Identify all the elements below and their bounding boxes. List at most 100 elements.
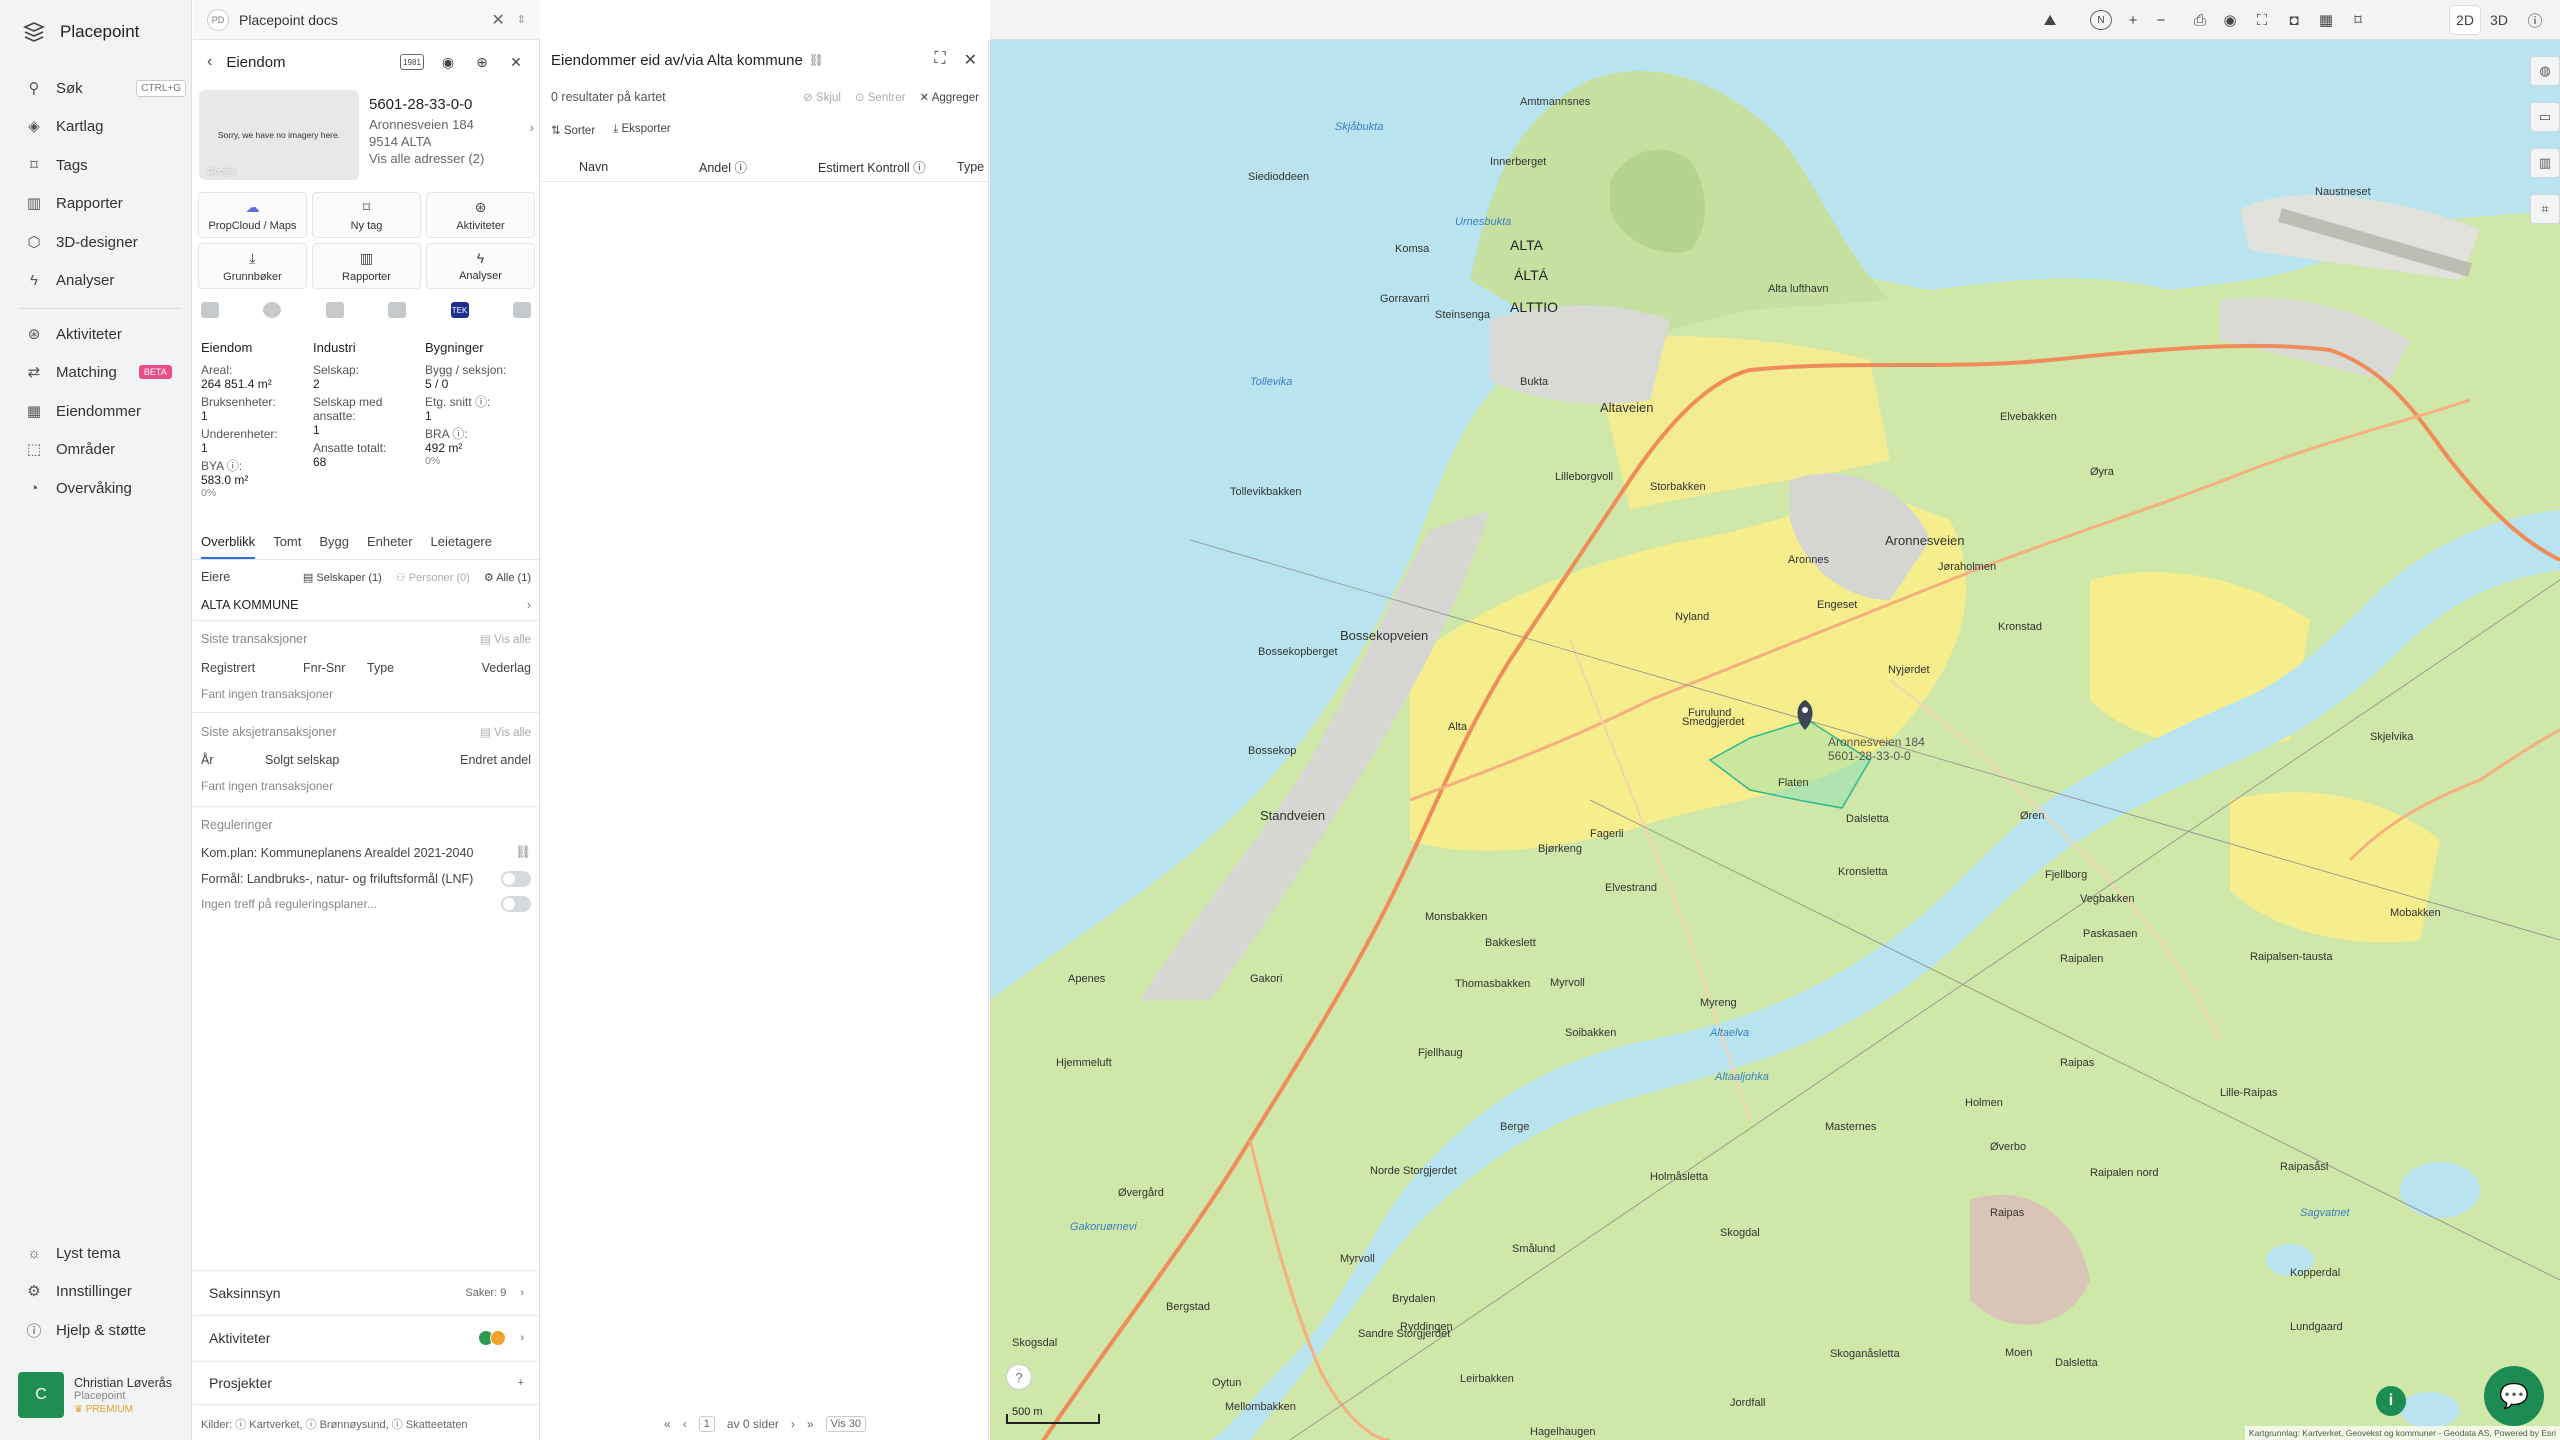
nav-item-hjelp[interactable]: ⓘ Hjelp & støtte (26, 1318, 186, 1342)
all-addresses-link[interactable]: Vis alle adresser (2) (369, 151, 534, 166)
plans-toggle[interactable] (501, 896, 531, 912)
source-icon[interactable] (388, 302, 407, 318)
nav-item-matching[interactable]: ⇄ Matching BETA (26, 360, 186, 384)
nav-item-search[interactable]: ⚲ Søk CTRL+G (26, 76, 186, 100)
nav-item-kartlag[interactable]: ◈ Kartlag (26, 114, 186, 138)
nav-item-overvaking[interactable]: ◔ Overvåking (26, 476, 186, 500)
nav-item-aktiviteter[interactable]: ⊛ Aktiviteter (26, 322, 186, 346)
prev-page-icon[interactable]: ‹ (683, 1417, 687, 1431)
target-icon[interactable]: ⊕ (472, 52, 492, 72)
first-page-icon[interactable]: « (664, 1417, 671, 1431)
link-icon[interactable]: ⛓ (515, 845, 531, 860)
filter-all[interactable]: ⚙ Alle (1) (484, 571, 531, 584)
link-icon[interactable]: ⛓ (809, 53, 824, 67)
source-icon[interactable] (325, 302, 344, 318)
accordion-label: Aktiviteter (209, 1329, 271, 1346)
map-view[interactable]: Aronnesveien 184 5601-28-33-0-0 Amtmanns… (990, 40, 2560, 1440)
docs-tab[interactable]: PD Placepoint docs ✕ ⇕ (193, 0, 540, 40)
new-tag-button[interactable]: ⌑ Ny tag (312, 192, 421, 238)
place-label: Mobakken (2390, 907, 2441, 919)
column-header[interactable]: Type (957, 160, 984, 174)
per-page-select[interactable]: Vis 30 (825, 1416, 866, 1432)
fullscreen-icon[interactable]: ⛶ (2252, 10, 2272, 30)
reports-button[interactable]: ▥ Rapporter (312, 243, 421, 289)
tab-bygg[interactable]: Bygg (319, 534, 349, 559)
chart-button[interactable]: ▥ (2530, 148, 2560, 178)
column-header[interactable]: Estimert Kontroll ⓘ (818, 157, 926, 176)
nav-item-eiendommer[interactable]: ▦ Eiendommer (26, 399, 186, 423)
measure-button[interactable]: ▭ (2530, 102, 2560, 132)
grid-icon[interactable]: ▦ (2316, 10, 2336, 30)
street-view-image[interactable]: Sorry, we have no imagery here. Google (199, 90, 359, 180)
tab-leietagere[interactable]: Leietagere (431, 534, 492, 559)
property-address[interactable]: 5601-28-33-0-0 Aronnesveien 184 9514 ALT… (369, 90, 534, 182)
accordion-saksinnsyn[interactable]: Saksinnsyn Saker: 9 › (193, 1270, 540, 1314)
terrain-icon[interactable]: ⛰ (2040, 10, 2060, 30)
export-button[interactable]: ⤓ Eksporter (613, 123, 671, 137)
layer-toggle-button[interactable]: ◍ (2530, 56, 2560, 86)
column-header[interactable]: Andel ⓘ (699, 157, 747, 176)
analyses-button[interactable]: ϟ Analyser (426, 243, 535, 289)
user-profile[interactable]: C Christian Løverås Placepoint ♛ PREMIUM (18, 1372, 172, 1418)
accordion-prosjekter[interactable]: Prosjekter + (193, 1361, 540, 1405)
filter-companies[interactable]: ▤ Selskaper (1) (303, 571, 382, 584)
owner-row[interactable]: ALTA KOMMUNE › (201, 598, 531, 612)
chat-button[interactable]: 💬 (2484, 1366, 2544, 1426)
land-registry-button[interactable]: ⤓ Grunnbøker (198, 243, 307, 289)
formal-toggle[interactable] (501, 871, 531, 887)
zoom-in-icon[interactable]: + (2124, 10, 2142, 30)
show-all-link[interactable]: ▤ Vis alle (480, 632, 531, 646)
print-icon[interactable]: ⎙ (2190, 10, 2210, 30)
propcloud-button[interactable]: ☁ PropCloud / Maps (198, 192, 307, 238)
nav-item-rapporter[interactable]: ▥ Rapporter (26, 191, 186, 215)
analysis-button[interactable]: ⌗ (2530, 194, 2560, 224)
accordion-aktiviteter[interactable]: Aktiviteter › (193, 1315, 540, 1359)
mode-3d-button[interactable]: 3D (2484, 6, 2514, 34)
hide-button[interactable]: ⊘ Skjul (803, 90, 841, 104)
aggregate-button[interactable]: ✕ Aggreger (919, 90, 979, 104)
fullscreen-icon[interactable]: ⛶ (934, 50, 945, 70)
close-icon[interactable]: ✕ (491, 10, 504, 30)
app-logo[interactable]: Placepoint (22, 22, 139, 42)
camera-icon[interactable]: ◘ (2284, 10, 2304, 30)
bookmark-icon[interactable]: ⌑ (2348, 10, 2368, 30)
nav-item-3d-designer[interactable]: ⬡ 3D-designer (26, 230, 186, 254)
map-help-button[interactable]: ? (1006, 1364, 1032, 1390)
eye-icon[interactable]: ◉ (2220, 10, 2240, 30)
source-icon[interactable] (263, 302, 282, 318)
activities-button[interactable]: ⊛ Aktiviteter (426, 192, 535, 238)
nav-item-tags[interactable]: ⌑ Tags (26, 153, 186, 177)
next-page-icon[interactable]: › (791, 1417, 795, 1431)
nav-item-omrader[interactable]: ⬚ Områder (26, 437, 186, 461)
column-header[interactable]: Navn (579, 160, 608, 174)
last-page-icon[interactable]: » (807, 1417, 814, 1431)
add-icon[interactable]: + (518, 1377, 524, 1389)
expand-chevron-icon[interactable]: ⇕ (517, 13, 526, 26)
compass-icon[interactable]: N (2090, 10, 2112, 30)
year-badge[interactable]: 1981 (400, 54, 424, 70)
source-icon[interactable] (512, 302, 531, 318)
nav-item-analyser[interactable]: ϟ Analyser (26, 268, 186, 292)
info-icon[interactable]: ⓘ (2525, 10, 2545, 30)
nav-item-lyst-tema[interactable]: ☼ Lyst tema (26, 1241, 186, 1265)
eye-icon[interactable]: ◉ (438, 52, 458, 72)
filter-persons[interactable]: ⚇ Personer (0) (396, 571, 470, 584)
zoom-out-icon[interactable]: − (2152, 10, 2170, 30)
tab-tomt[interactable]: Tomt (273, 534, 301, 559)
show-all-link[interactable]: ▤ Vis alle (480, 725, 531, 739)
tab-enheter[interactable]: Enheter (367, 534, 413, 559)
center-button[interactable]: ⊙ Sentrer (855, 90, 906, 104)
mode-2d-button[interactable]: 2D (2450, 6, 2480, 34)
sort-button[interactable]: ⇅ Sorter (551, 123, 595, 137)
close-icon[interactable]: ✕ (506, 52, 526, 72)
nav-item-innstillinger[interactable]: ⚙ Innstillinger (26, 1279, 186, 1303)
tab-overblikk[interactable]: Overblikk (201, 534, 256, 559)
page-input[interactable]: 1 (698, 1416, 715, 1432)
tek-icon[interactable]: TEK (450, 302, 469, 318)
source-icon[interactable] (201, 302, 219, 318)
accordion-label: Prosjekter (209, 1375, 273, 1391)
close-icon[interactable]: ✕ (964, 50, 977, 70)
komplan-row[interactable]: Kom.plan: Kommuneplanens Arealdel 2021-2… (201, 845, 531, 860)
map-info-button[interactable]: i (2376, 1386, 2406, 1416)
back-icon[interactable]: ‹ (207, 53, 212, 71)
